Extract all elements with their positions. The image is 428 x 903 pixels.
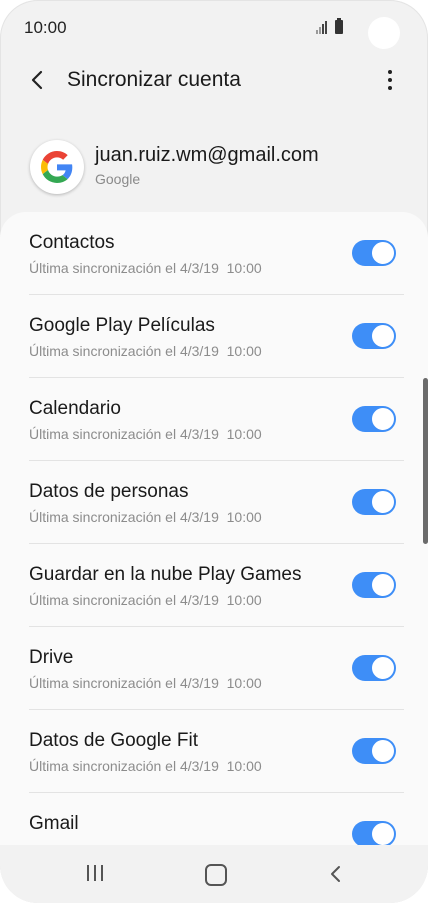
sync-item-subtitle: Última sincronización el 4/3/19 10:00 xyxy=(29,426,262,442)
sync-list: Contactos Última sincronización el 4/3/1… xyxy=(0,212,428,852)
sync-toggle[interactable] xyxy=(352,821,396,847)
sync-item-title: Datos de personas xyxy=(29,481,189,502)
navigation-bar xyxy=(0,845,428,903)
sync-item-google-play-peliculas[interactable]: Google Play Películas Última sincronizac… xyxy=(0,295,428,378)
account-header: juan.ruiz.wm@gmail.com Google xyxy=(0,136,428,196)
sync-item-title: Google Play Películas xyxy=(29,315,215,336)
sync-item-title: Drive xyxy=(29,647,74,668)
signal-icon xyxy=(316,20,330,34)
sync-item-drive[interactable]: Drive Última sincronización el 4/3/19 10… xyxy=(0,627,428,710)
sync-item-gmail[interactable]: Gmail xyxy=(0,793,428,852)
sync-item-contactos[interactable]: Contactos Última sincronización el 4/3/1… xyxy=(0,212,428,295)
sync-toggle[interactable] xyxy=(352,406,396,432)
sync-item-subtitle: Última sincronización el 4/3/19 10:00 xyxy=(29,260,262,276)
sync-toggle[interactable] xyxy=(352,572,396,598)
more-vert-icon[interactable] xyxy=(376,66,404,94)
scrollbar-thumb[interactable] xyxy=(423,378,428,544)
sync-toggle[interactable] xyxy=(352,240,396,266)
sync-item-datos-de-personas[interactable]: Datos de personas Última sincronización … xyxy=(0,461,428,544)
nav-back-icon[interactable] xyxy=(326,863,346,885)
sync-item-title: Gmail xyxy=(29,813,79,834)
toolbar: Sincronizar cuenta xyxy=(0,56,428,106)
account-email: juan.ruiz.wm@gmail.com xyxy=(95,144,319,166)
sync-toggle[interactable] xyxy=(352,655,396,681)
home-icon[interactable] xyxy=(205,864,227,886)
sync-toggle[interactable] xyxy=(352,738,396,764)
sync-item-subtitle: Última sincronización el 4/3/19 10:00 xyxy=(29,509,262,525)
sync-toggle[interactable] xyxy=(352,489,396,515)
recents-icon[interactable] xyxy=(84,865,106,883)
back-arrow-icon[interactable] xyxy=(24,66,52,94)
sync-item-title: Guardar en la nube Play Games xyxy=(29,564,302,585)
sync-item-play-games[interactable]: Guardar en la nube Play Games Última sin… xyxy=(0,544,428,627)
status-bar: 10:00 xyxy=(0,0,428,56)
sync-item-subtitle: Última sincronización el 4/3/19 10:00 xyxy=(29,675,262,691)
sync-item-title: Calendario xyxy=(29,398,121,419)
sync-item-subtitle: Última sincronización el 4/3/19 10:00 xyxy=(29,343,262,359)
status-time: 10:00 xyxy=(24,18,67,37)
google-logo-icon xyxy=(30,140,84,194)
sync-item-google-fit[interactable]: Datos de Google Fit Última sincronizació… xyxy=(0,710,428,793)
account-provider: Google xyxy=(95,171,141,187)
phone-screen: 10:00 Sincronizar cuenta juan.ruiz.wm@gm… xyxy=(0,0,428,903)
sync-item-subtitle: Última sincronización el 4/3/19 10:00 xyxy=(29,592,262,608)
battery-icon xyxy=(335,18,343,34)
sync-item-title: Contactos xyxy=(29,232,115,253)
status-icons xyxy=(316,18,350,36)
sync-toggle[interactable] xyxy=(352,323,396,349)
sync-item-subtitle: Última sincronización el 4/3/19 10:00 xyxy=(29,758,262,774)
sync-item-calendario[interactable]: Calendario Última sincronización el 4/3/… xyxy=(0,378,428,461)
sync-item-title: Datos de Google Fit xyxy=(29,730,198,751)
camera-cutout xyxy=(368,17,400,49)
page-title: Sincronizar cuenta xyxy=(67,68,241,91)
